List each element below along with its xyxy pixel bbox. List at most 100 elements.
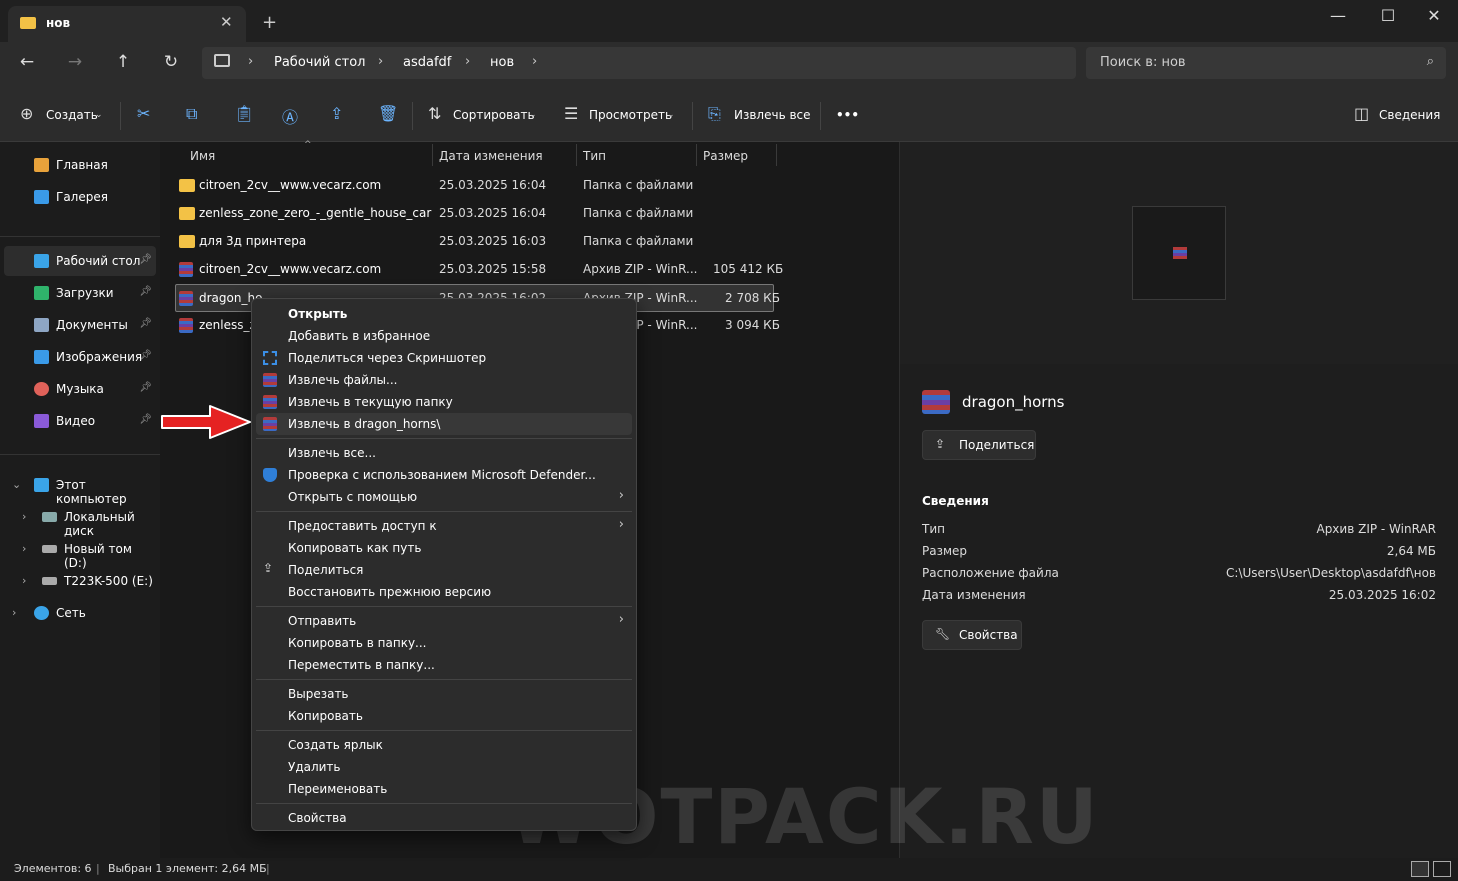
menu-item-share[interactable]: ⇪ Поделиться [256, 559, 632, 581]
menu-item-extract-files[interactable]: Извлечь файлы... [256, 369, 632, 391]
sidebar-item-network[interactable]: › Сеть [4, 598, 156, 628]
chevron-down-icon[interactable]: ⌄ [12, 478, 21, 491]
menu-item-restore-version[interactable]: Восстановить прежнюю версию [256, 581, 632, 603]
menu-item-open[interactable]: Открыть [256, 303, 632, 325]
column-header-name[interactable]: Имя [190, 149, 215, 163]
winrar-archive-icon [1173, 247, 1187, 259]
column-header-type[interactable]: Тип [583, 149, 606, 163]
column-divider[interactable] [576, 144, 577, 166]
menu-item-copy[interactable]: Копировать [256, 705, 632, 727]
details-button[interactable]: Сведения [1379, 108, 1440, 122]
sidebar-item-music[interactable]: Музыка 📌︎ [4, 374, 156, 404]
chevron-right-icon: › [618, 488, 624, 503]
create-button[interactable]: Создать [46, 108, 98, 122]
menu-item-label: Извлечь файлы... [288, 373, 398, 387]
search-input[interactable]: Поиск в: нов ⌕ [1086, 47, 1446, 79]
address-bar[interactable]: › Рабочий стол › asdafdf › нов › [202, 47, 1076, 79]
copy-icon[interactable]: ⧉ [186, 104, 197, 124]
menu-item-extract-to-folder[interactable]: Извлечь в dragon_horns\ [256, 413, 632, 435]
sort-button[interactable]: Сортировать [453, 108, 535, 122]
share-button[interactable]: ⇪ Поделиться [922, 430, 1036, 460]
sidebar-item-home[interactable]: Главная [4, 150, 156, 180]
table-row[interactable]: для 3д принтера 25.03.2025 16:03 Папка с… [175, 228, 774, 256]
menu-item-extract-here[interactable]: Извлечь в текущую папку [256, 391, 632, 413]
address-row: ← → ↑ ↻ › Рабочий стол › asdafdf › нов ›… [0, 42, 1458, 88]
table-row[interactable]: citroen_2cv__www.vecarz.com 25.03.2025 1… [175, 256, 783, 284]
share-icon: ⇪ [935, 437, 946, 451]
breadcrumb-nov[interactable]: нов [490, 55, 514, 70]
close-tab-icon[interactable]: ✕ [220, 13, 233, 31]
sidebar-item-drive-d[interactable]: › Новый том (D:) [4, 534, 156, 570]
menu-item-copy-path[interactable]: Копировать как путь [256, 537, 632, 559]
chevron-right-icon[interactable]: › [22, 574, 26, 587]
view-button[interactable]: Просмотреть [589, 108, 672, 122]
extract-all-button[interactable]: Извлечь все [734, 108, 811, 122]
minimize-button[interactable]: — [1318, 6, 1358, 25]
table-row[interactable]: citroen_2cv__www.vecarz.com 25.03.2025 1… [175, 172, 774, 200]
sidebar-item-pictures[interactable]: Изображения 📌︎ [4, 342, 156, 372]
menu-item-open-with[interactable]: Открыть с помощью › [256, 486, 632, 508]
menu-item-create-shortcut[interactable]: Создать ярлык [256, 734, 632, 756]
chevron-right-icon[interactable]: › [22, 510, 26, 523]
pin-icon: 📌︎ [139, 254, 152, 265]
file-date: 25.03.2025 15:58 [439, 262, 547, 276]
breadcrumb-desktop[interactable]: Рабочий стол [274, 55, 365, 70]
refresh-icon[interactable]: ↻ [158, 52, 184, 72]
table-row[interactable]: zenless_zone_zero_-_gentle_house_car 25.… [175, 200, 774, 228]
close-window-button[interactable]: ✕ [1414, 6, 1454, 25]
sidebar-item-gallery[interactable]: Галерея [4, 182, 156, 212]
menu-item-cut[interactable]: Вырезать [256, 683, 632, 705]
back-arrow-icon[interactable]: ← [14, 52, 40, 72]
menu-item-extract-all[interactable]: Извлечь все... [256, 442, 632, 464]
new-tab-button[interactable]: + [262, 12, 277, 33]
menu-item-delete[interactable]: Удалить [256, 756, 632, 778]
more-button[interactable]: ••• [836, 108, 859, 122]
menu-item-send-to[interactable]: Отправить › [256, 610, 632, 632]
pin-icon: 📌︎ [139, 318, 152, 329]
desktop-icon [34, 254, 49, 268]
column-divider[interactable] [432, 144, 433, 166]
column-divider[interactable] [776, 144, 777, 166]
menu-item-defender-scan[interactable]: Проверка с использованием Microsoft Defe… [256, 464, 632, 486]
forward-arrow-icon[interactable]: → [62, 52, 88, 72]
view-icon: ☰ [564, 104, 579, 123]
rename-icon[interactable]: Ⓐ [282, 104, 298, 128]
sidebar-item-documents[interactable]: Документы 📌︎ [4, 310, 156, 340]
sidebar-item-this-pc[interactable]: ⌄ Этот компьютер [4, 470, 156, 506]
paste-icon[interactable]: 📋︎ [234, 104, 254, 123]
menu-item-copy-to-folder[interactable]: Копировать в папку... [256, 632, 632, 654]
breadcrumb-asdafdf[interactable]: asdafdf [403, 55, 451, 70]
chevron-right-icon[interactable]: › [12, 606, 16, 619]
delete-icon[interactable]: 🗑︎ [378, 104, 398, 123]
tiles-view-icon[interactable] [1433, 861, 1451, 877]
sidebar-item-downloads[interactable]: Загрузки 📌︎ [4, 278, 156, 308]
menu-item-label: Свойства [288, 811, 347, 825]
menu-item-give-access[interactable]: Предоставить доступ к › [256, 515, 632, 537]
sidebar-item-drive-e[interactable]: › T223K-500 (E:) [4, 566, 156, 596]
maximize-button[interactable]: ☐ [1368, 6, 1408, 25]
share-icon[interactable]: ⇪ [330, 104, 343, 123]
menu-item-properties[interactable]: Свойства [256, 807, 632, 829]
chevron-right-icon[interactable]: › [22, 542, 26, 555]
column-header-size[interactable]: Размер [703, 149, 748, 163]
sidebar-item-video[interactable]: Видео 📌︎ [4, 406, 156, 436]
column-divider[interactable] [696, 144, 697, 166]
up-arrow-icon[interactable]: ↑ [110, 52, 136, 72]
chevron-right-icon: › [618, 517, 624, 532]
sidebar-item-local-disk[interactable]: › Локальный диск [4, 502, 156, 538]
folder-icon [179, 207, 195, 220]
detail-value-location: C:\Users\User\Desktop\asdafdf\нов [1226, 566, 1436, 580]
menu-item-add-favorites[interactable]: Добавить в избранное [256, 325, 632, 347]
screenshot-icon [263, 351, 277, 365]
column-header-date[interactable]: Дата изменения [439, 149, 543, 163]
tab-nov[interactable]: нов ✕ [8, 6, 246, 42]
menu-separator [256, 679, 632, 680]
properties-button[interactable]: 🔧︎ Свойства [922, 620, 1022, 650]
cut-icon[interactable]: ✂ [137, 104, 150, 123]
menu-item-move-to-folder[interactable]: Переместить в папку... [256, 654, 632, 676]
menu-item-rename[interactable]: Переименовать [256, 778, 632, 800]
sidebar-item-desktop[interactable]: Рабочий стол 📌︎ [4, 246, 156, 276]
details-view-icon[interactable] [1411, 861, 1429, 877]
menu-item-share-screenshoter[interactable]: Поделиться через Скриншотер [256, 347, 632, 369]
download-icon [34, 286, 49, 300]
